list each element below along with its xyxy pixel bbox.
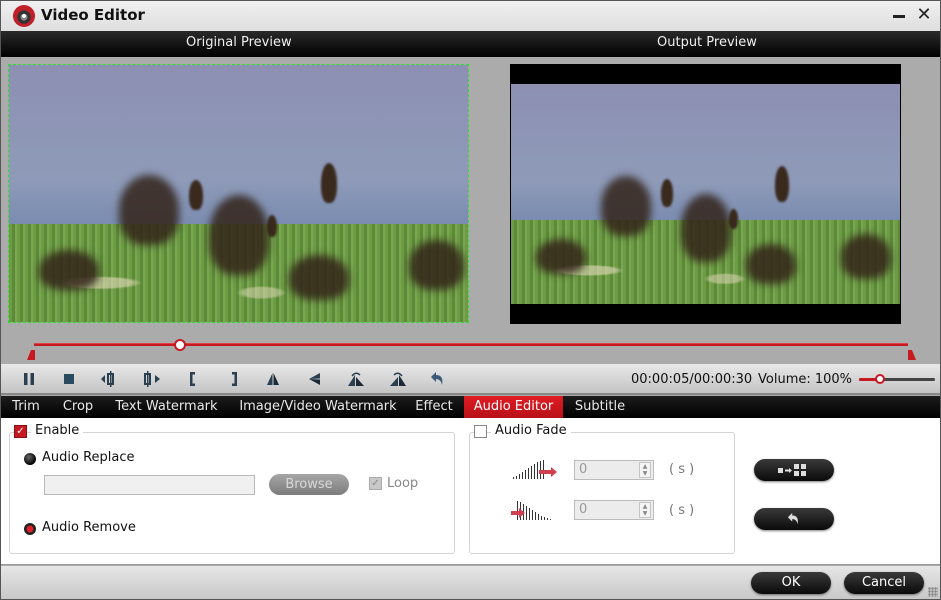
- apply-to-all-icon: [778, 464, 806, 476]
- playback-control-bar: 00:00:05/00:00:30 Volume: 100%: [1, 364, 940, 395]
- previous-frame-button[interactable]: [100, 371, 118, 387]
- undo-icon: [787, 512, 798, 525]
- rotate-right-icon: [390, 372, 406, 386]
- cancel-button[interactable]: Cancel: [844, 572, 924, 594]
- preview-header: Original Preview Output Preview: [1, 31, 940, 57]
- fade-in-duration-input[interactable]: 0 ▲ ▼: [574, 460, 654, 480]
- original-video-frame: [9, 65, 468, 322]
- loop-checkbox[interactable]: ✓: [369, 477, 382, 490]
- output-preview-label: Output Preview: [657, 35, 757, 50]
- rotate-left-button[interactable]: [347, 371, 365, 387]
- trim-end-marker[interactable]: [908, 350, 916, 360]
- flip-vertical-icon: [309, 373, 320, 385]
- audio-editor-panel: ✓ Enable Audio Replace Browse ✓ Loop Aud…: [1, 418, 940, 565]
- reset-audio-button[interactable]: [754, 508, 834, 530]
- tab-trim[interactable]: Trim: [3, 396, 49, 418]
- fade-out-spinner[interactable]: ▲ ▼: [639, 502, 651, 518]
- stop-icon: [64, 374, 74, 384]
- volume-slider-thumb[interactable]: [874, 374, 885, 384]
- editor-tabs: Trim Crop Text Watermark Image/Video Wat…: [1, 396, 940, 418]
- audio-replace-label: Audio Replace: [42, 450, 135, 465]
- fade-in-icon: [513, 460, 557, 479]
- next-frame-icon: [144, 371, 160, 387]
- flip-vertical-button[interactable]: [306, 371, 324, 387]
- audio-replace-radio[interactable]: [24, 453, 36, 465]
- title-bar: Video Editor ✕: [1, 1, 940, 31]
- trim-start-marker[interactable]: [27, 350, 35, 360]
- left-bracket-icon: [190, 372, 195, 386]
- audio-remove-label: Audio Remove: [42, 520, 136, 535]
- pause-button[interactable]: [20, 371, 38, 387]
- fade-out-unit: ( s ): [669, 503, 695, 518]
- tab-crop[interactable]: Crop: [55, 396, 101, 418]
- minimize-button[interactable]: [891, 8, 907, 24]
- undo-icon: [431, 372, 443, 385]
- original-preview-label: Original Preview: [186, 35, 292, 50]
- dialog-footer: OK Cancel: [1, 566, 940, 599]
- flip-horizontal-icon: [267, 373, 279, 385]
- stop-button[interactable]: [60, 371, 78, 387]
- app-logo-icon: [13, 5, 35, 27]
- output-video-frame: [511, 84, 900, 304]
- window-title: Video Editor: [41, 6, 145, 24]
- fade-out-value: 0: [579, 502, 588, 517]
- ok-button[interactable]: OK: [751, 572, 831, 594]
- browse-button[interactable]: Browse: [269, 474, 349, 495]
- tab-text-watermark[interactable]: Text Watermark: [109, 396, 224, 418]
- close-icon: ✕: [916, 4, 932, 25]
- audio-remove-radio[interactable]: [24, 523, 36, 535]
- right-bracket-icon: [232, 372, 237, 386]
- previous-frame-icon: [101, 371, 114, 387]
- fade-in-spinner[interactable]: ▲ ▼: [639, 462, 651, 478]
- fade-out-icon: [511, 501, 551, 520]
- tab-subtitle[interactable]: Subtitle: [569, 396, 631, 418]
- flip-horizontal-button[interactable]: [264, 371, 282, 387]
- output-preview-frame: [510, 64, 901, 324]
- original-preview-frame[interactable]: [8, 64, 469, 323]
- audio-fade-label: Audio Fade: [491, 423, 571, 438]
- tab-effect[interactable]: Effect: [410, 396, 458, 418]
- resize-grip[interactable]: [928, 587, 938, 597]
- video-editor-window: Video Editor ✕ Original Preview Output P…: [0, 0, 941, 600]
- audio-file-path-input[interactable]: [44, 475, 255, 495]
- apply-to-all-button[interactable]: [754, 459, 834, 481]
- time-readout: 00:00:05/00:00:30: [631, 372, 753, 387]
- pause-icon: [24, 373, 34, 385]
- volume-slider[interactable]: [859, 374, 935, 384]
- enable-label: Enable: [31, 423, 84, 438]
- tab-image-video-watermark[interactable]: Image/Video Watermark: [233, 396, 403, 418]
- tab-audio-editor[interactable]: Audio Editor: [464, 396, 563, 418]
- fade-in-unit: ( s ): [669, 462, 695, 477]
- reset-button[interactable]: [429, 371, 447, 387]
- set-end-button[interactable]: [225, 371, 243, 387]
- volume-label: Volume: 100%: [758, 372, 853, 387]
- rotate-left-icon: [348, 372, 364, 386]
- fade-in-value: 0: [579, 462, 588, 477]
- timeline-playhead[interactable]: [173, 339, 186, 351]
- next-frame-button[interactable]: [143, 371, 161, 387]
- fade-out-duration-input[interactable]: 0 ▲ ▼: [574, 500, 654, 520]
- timeline-track[interactable]: [34, 343, 908, 346]
- enable-checkbox[interactable]: ✓: [14, 425, 27, 438]
- rotate-right-button[interactable]: [389, 371, 407, 387]
- audio-fade-checkbox[interactable]: [474, 425, 487, 438]
- set-start-button[interactable]: [184, 371, 202, 387]
- loop-label: Loop: [387, 476, 419, 491]
- audio-fade-group: [469, 432, 735, 554]
- close-button[interactable]: ✕: [915, 6, 933, 24]
